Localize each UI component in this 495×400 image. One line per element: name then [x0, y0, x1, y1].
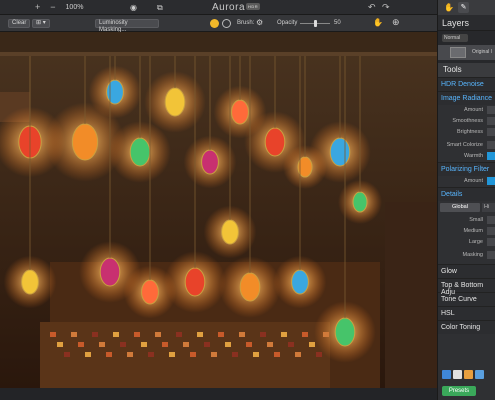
section-top-bottom[interactable]: Top & Bottom Adju — [438, 278, 495, 296]
layer-item[interactable]: Original I — [438, 45, 495, 60]
section-glow[interactable]: Glow — [438, 264, 495, 278]
smoothness-row: Smoothness — [438, 116, 495, 127]
smart-colorize-label: Smart Colorize — [446, 142, 483, 148]
brightness-row: Brightness — [438, 127, 495, 138]
clear-button[interactable]: Clear — [8, 19, 31, 28]
polar-amount-row: Amount — [438, 176, 495, 187]
zoom-level[interactable]: 100% — [66, 4, 84, 11]
polar-amount-value-box[interactable] — [487, 177, 495, 185]
warmth-value-box[interactable] — [487, 152, 495, 160]
masking-row: Masking — [438, 250, 495, 261]
smoothness-value-box[interactable] — [487, 117, 495, 125]
eye-icon[interactable]: ◉ — [130, 3, 137, 12]
undo-icon[interactable]: ↶ — [368, 2, 376, 13]
smart-colorize-row: Smart Colorize — [438, 140, 495, 151]
masking-value-box[interactable] — [487, 251, 495, 259]
tab-hi[interactable]: Hi — [482, 203, 495, 212]
redo-icon[interactable]: ↷ — [382, 2, 390, 13]
swatch-orange[interactable] — [464, 370, 473, 379]
polar-amount-label: Amount — [464, 178, 483, 184]
opacity-value: 50 — [334, 20, 341, 26]
right-panel: ✋ ✎ Layers Normal Original I Tools HDR D… — [437, 0, 495, 400]
details-segmented: Global Hi — [438, 202, 495, 214]
color-swatches — [442, 370, 484, 379]
zoom-out-button[interactable]: − — [50, 2, 55, 12]
brightness-label: Brightness — [457, 129, 483, 135]
opacity-label: Opacity — [277, 20, 298, 26]
split-view-icon[interactable]: ⧉ — [157, 3, 163, 13]
brush-eraser-icon[interactable] — [222, 19, 231, 28]
opacity-slider-knob[interactable] — [314, 20, 317, 27]
amount-value-box[interactable] — [487, 106, 495, 114]
small-row: Small — [438, 215, 495, 226]
section-hdr-denoise[interactable]: HDR Denoise — [438, 77, 495, 91]
medium-value-box[interactable] — [487, 227, 495, 235]
section-image-radiance[interactable]: Image Radiance — [438, 91, 495, 105]
section-details[interactable]: Details — [438, 187, 495, 201]
swatch-white[interactable] — [453, 370, 462, 379]
brush-tool-icon[interactable]: ✎ — [458, 2, 469, 13]
brush-color-swatch[interactable] — [210, 19, 219, 28]
blend-mode-dropdown[interactable]: Normal — [442, 34, 468, 42]
amount-label: Amount — [464, 107, 483, 113]
lantern-photo — [0, 32, 437, 388]
large-label: Large — [468, 239, 483, 245]
brush-label: Brush: — [237, 20, 255, 26]
app-title-text: Aurora — [212, 2, 246, 13]
layers-list: Normal Original I — [438, 31, 495, 63]
swatch-light-blue[interactable] — [475, 370, 484, 379]
title-badge: HDR — [246, 3, 261, 10]
small-value-box[interactable] — [487, 216, 495, 224]
panel-toolbar: ✋ ✎ — [438, 0, 495, 15]
warmth-row: Warmth — [438, 151, 495, 162]
presets-button[interactable]: Presets — [442, 386, 476, 396]
smoothness-label: Smoothness — [452, 118, 483, 124]
large-row: Large — [438, 237, 495, 248]
title-bar: + − 100% ◉ ⧉ Aurora HDR ↶ ↷ — [0, 0, 437, 15]
layers-toggle-icon[interactable]: ✋ — [444, 3, 454, 12]
section-hsl[interactable]: HSL — [438, 306, 495, 320]
swatch-blue[interactable] — [442, 370, 451, 379]
layer-name: Original I — [472, 49, 493, 55]
hand-tool-icon[interactable]: ✋ — [373, 18, 383, 27]
amount-row: Amount — [438, 105, 495, 116]
app-title: Aurora HDR — [212, 2, 261, 13]
target-icon[interactable]: ⊕ — [392, 17, 400, 28]
brightness-value-box[interactable] — [487, 128, 495, 136]
tool-bar: Clear ⊞ ▾ Luminosity Masking... Brush: ⚙… — [0, 15, 437, 33]
zoom-in-button[interactable]: + — [35, 2, 40, 12]
medium-row: Medium — [438, 226, 495, 237]
layer-thumbnail — [450, 47, 466, 58]
medium-label: Medium — [463, 228, 483, 234]
large-value-box[interactable] — [487, 238, 495, 246]
warmth-label: Warmth — [463, 153, 483, 159]
section-polarizing-filter[interactable]: Polarizing Filter — [438, 162, 495, 176]
masking-label: Masking — [462, 252, 483, 258]
mask-mode-dropdown[interactable]: ⊞ ▾ — [32, 19, 50, 28]
smart-colorize-value-box[interactable] — [487, 141, 495, 149]
tools-header: Tools — [438, 63, 495, 77]
layers-header: Layers — [438, 15, 495, 31]
status-strip — [0, 388, 437, 400]
tab-global[interactable]: Global — [440, 203, 480, 212]
small-label: Small — [469, 217, 483, 223]
luminosity-masking-button[interactable]: Luminosity Masking... — [95, 19, 159, 33]
brush-settings-icon[interactable]: ⚙ — [256, 18, 263, 27]
photo-canvas[interactable] — [0, 32, 437, 388]
section-color-toning[interactable]: Color Toning — [438, 320, 495, 334]
